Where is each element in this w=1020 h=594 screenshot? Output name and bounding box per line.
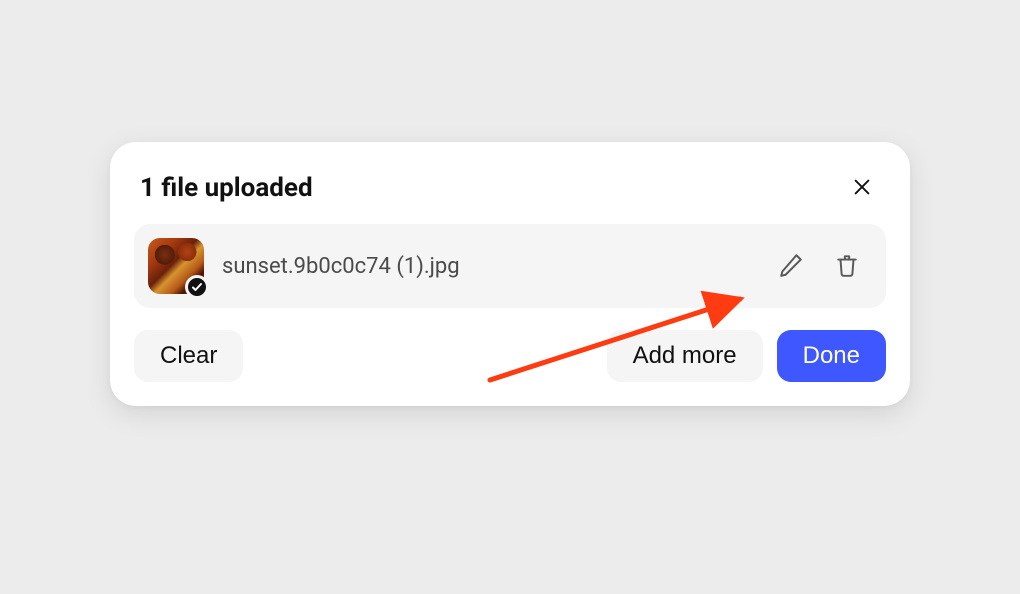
check-icon <box>191 281 203 293</box>
clear-button[interactable]: Clear <box>134 330 243 382</box>
pencil-icon <box>778 252 804 281</box>
upload-success-badge <box>185 275 209 299</box>
file-thumbnail <box>148 238 204 294</box>
close-icon <box>851 176 873 201</box>
dialog-footer: Clear Add more Done <box>134 330 886 382</box>
upload-dialog: 1 file uploaded sunset.9b0c0c74 (1).jpg <box>110 142 910 406</box>
dialog-title: 1 file uploaded <box>140 173 313 203</box>
dialog-header: 1 file uploaded <box>134 164 886 224</box>
trash-icon <box>834 252 860 281</box>
done-button[interactable]: Done <box>777 330 886 382</box>
edit-button[interactable] <box>772 247 810 285</box>
close-button[interactable] <box>844 170 880 206</box>
delete-button[interactable] <box>828 247 866 285</box>
add-more-button[interactable]: Add more <box>607 330 763 382</box>
file-row: sunset.9b0c0c74 (1).jpg <box>134 224 886 308</box>
file-name: sunset.9b0c0c74 (1).jpg <box>222 254 754 279</box>
